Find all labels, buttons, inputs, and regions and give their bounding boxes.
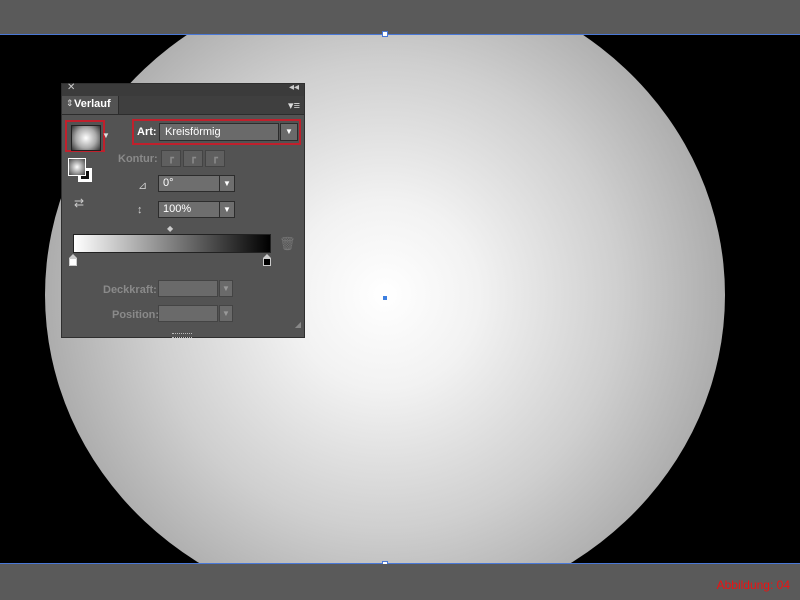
deckkraft-label: Deckkraft:: [103, 284, 157, 296]
aspect-ratio-input[interactable]: 100%: [158, 201, 220, 218]
angle-dropdown-icon[interactable]: ▼: [219, 175, 235, 192]
trash-icon: 🗑: [279, 236, 296, 251]
kontur-label: Kontur:: [118, 153, 158, 165]
reverse-gradient-icon[interactable]: ⇄: [74, 196, 84, 210]
opacity-dropdown-icon: ▼: [219, 280, 233, 297]
position-input: [158, 305, 218, 322]
fill-stroke-widget[interactable]: [68, 158, 98, 188]
aspect-ratio-icon: ↕: [137, 204, 143, 216]
collapse-panel-icon[interactable]: ◂◂: [289, 82, 299, 93]
stroke-gradient-within-button: ┏: [161, 150, 181, 167]
fill-swatch[interactable]: [68, 158, 86, 176]
gradient-swatch[interactable]: [71, 125, 101, 151]
gradient-stop-white[interactable]: [69, 254, 77, 266]
opacity-input: [158, 280, 218, 297]
panel-menu-icon[interactable]: ▾≡: [288, 99, 300, 112]
panel-tab-row: ⇕ Verlauf ▾≡: [62, 96, 304, 115]
top-pasteboard: [0, 0, 800, 34]
gradient-slider-bar[interactable]: [73, 234, 271, 253]
midpoint-diamond-icon[interactable]: ◆: [167, 224, 173, 233]
tab-label: Verlauf: [74, 98, 111, 110]
stroke-gradient-along-button: ┏: [183, 150, 203, 167]
position-dropdown-icon: ▼: [219, 305, 233, 322]
tab-verlauf[interactable]: ⇕ Verlauf: [62, 96, 119, 114]
position-label: Position:: [112, 309, 160, 321]
gradient-panel: ✕ ◂◂ ⇕ Verlauf ▾≡ ▼ ⇄ Art: Kreisförmig ▼…: [61, 82, 305, 338]
gradient-center-point[interactable]: [383, 296, 387, 300]
gradient-stop-black[interactable]: [263, 254, 271, 266]
selection-handle-top[interactable]: [382, 31, 388, 37]
art-dropdown-icon[interactable]: ▼: [280, 123, 298, 141]
angle-icon: ⊿: [138, 180, 148, 192]
panel-drag-grip[interactable]: [172, 333, 192, 338]
resize-grip-icon[interactable]: ◢: [295, 320, 301, 329]
figure-caption: Abbildung: 04: [716, 578, 790, 592]
art-highlight: Art: Kreisförmig ▼: [132, 119, 301, 145]
art-type-select[interactable]: Kreisförmig: [159, 123, 279, 141]
close-panel-icon[interactable]: ✕: [67, 82, 75, 93]
swatch-dropdown-icon[interactable]: ▼: [102, 131, 110, 140]
art-type-value: Kreisförmig: [165, 126, 221, 138]
art-label: Art:: [137, 126, 157, 138]
bottom-pasteboard: [0, 564, 800, 600]
gradient-swatch-highlight: [65, 120, 105, 152]
angle-input[interactable]: 0°: [158, 175, 220, 192]
tab-expand-icon[interactable]: ⇕: [66, 98, 74, 109]
panel-titlebar: ✕ ◂◂: [62, 82, 304, 96]
aspect-dropdown-icon[interactable]: ▼: [219, 201, 235, 218]
stroke-gradient-across-button: ┏: [205, 150, 225, 167]
